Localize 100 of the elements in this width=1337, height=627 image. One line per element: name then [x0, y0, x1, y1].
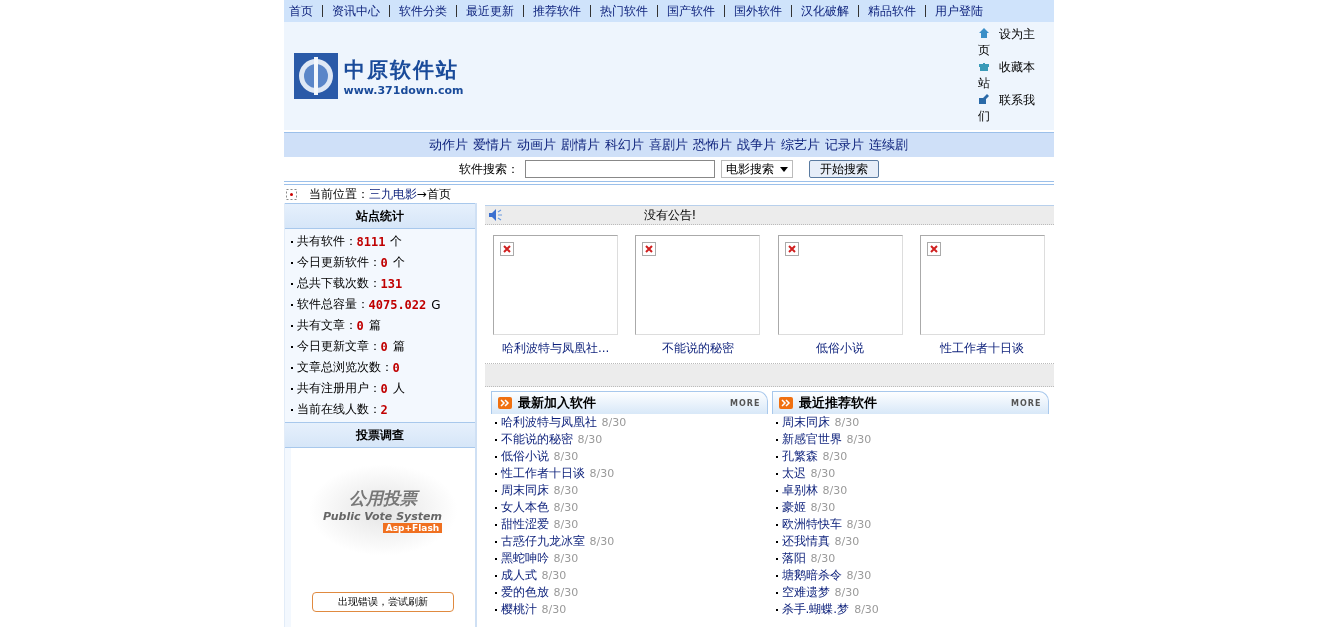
date-text: 8/30: [810, 552, 836, 565]
movie-link[interactable]: 低俗小说: [500, 448, 549, 465]
broken-image-icon: [784, 242, 799, 256]
movie-title-link[interactable]: 不能说的秘密: [661, 340, 734, 357]
nav-link[interactable]: 最近更新: [465, 2, 514, 20]
quick-link[interactable]: 联系我们: [977, 92, 1038, 124]
bullet-icon: [290, 366, 293, 369]
stat-value: 0: [392, 360, 400, 375]
movie-link[interactable]: 空难遗梦: [781, 584, 830, 601]
genre-link[interactable]: 喜剧片: [649, 136, 688, 154]
nav-link[interactable]: 精品软件: [867, 2, 916, 20]
bullet-icon: [494, 472, 497, 475]
quick-link[interactable]: 设为主页: [977, 26, 1038, 58]
movie-link[interactable]: 甜性涩爱: [500, 516, 549, 533]
date-text: 8/30: [822, 450, 848, 463]
movie-link[interactable]: 爱的色放: [500, 584, 549, 601]
nav-link[interactable]: 资讯中心: [331, 2, 380, 20]
movie-link[interactable]: 豪姬: [781, 499, 806, 516]
movie-link[interactable]: 杀手.蝴蝶.梦: [781, 601, 850, 618]
house-icon: [977, 27, 990, 39]
list-title: 最新加入软件: [517, 394, 597, 412]
quick-link[interactable]: 收藏本站: [977, 59, 1038, 91]
stat-label: 今日更新文章：: [296, 338, 381, 355]
bullet-icon: [494, 421, 497, 424]
bullet-icon: [290, 387, 293, 390]
date-text: 8/30: [553, 450, 579, 463]
double-arrow-icon: [497, 397, 512, 409]
movie-link[interactable]: 性工作者十日谈: [500, 465, 585, 482]
date-text: 8/30: [577, 433, 603, 446]
search-label: 软件搜索：: [458, 160, 519, 178]
genre-link[interactable]: 恐怖片: [693, 136, 732, 154]
genre-link[interactable]: 科幻片: [605, 136, 644, 154]
genre-link[interactable]: 动作片: [429, 136, 468, 154]
bullet-icon: [290, 261, 293, 264]
refresh-button[interactable]: 出现错误，尝试刷新: [311, 592, 454, 612]
movie-link[interactable]: 卓别林: [781, 482, 818, 499]
movie-title-link[interactable]: 低俗小说: [816, 340, 865, 357]
nav-link[interactable]: 推荐软件: [532, 2, 581, 20]
movie-link[interactable]: 樱桃汁: [500, 601, 537, 618]
date-text: 8/30: [846, 518, 872, 531]
movie-title-link[interactable]: 性工作者十日谈: [940, 340, 1025, 357]
genre-link[interactable]: 综艺片: [781, 136, 820, 154]
movie-link[interactable]: 黑蛇呻吟: [500, 550, 549, 567]
bullet-icon: [775, 591, 778, 594]
genre-link[interactable]: 连续剧: [869, 136, 908, 154]
movie-link[interactable]: 孔繁森: [781, 448, 818, 465]
stat-unit: 个: [392, 254, 405, 271]
nav-link[interactable]: 国产软件: [666, 2, 715, 20]
movie-link[interactable]: 落阳: [781, 550, 806, 567]
genre-link[interactable]: 记录片: [825, 136, 864, 154]
more-link[interactable]: MORE: [730, 398, 761, 408]
breadcrumb-link[interactable]: 三九电影: [368, 185, 417, 203]
pencil-icon: [977, 93, 990, 105]
stat-value: 0: [380, 255, 388, 270]
nav-link[interactable]: 软件分类: [398, 2, 447, 20]
bullet-icon: [494, 455, 497, 458]
genre-link[interactable]: 战争片: [737, 136, 776, 154]
nav-link[interactable]: 汉化破解: [800, 2, 849, 20]
search-field[interactable]: [524, 160, 715, 178]
stat-value: 131: [380, 276, 403, 291]
nav-link[interactable]: 国外软件: [733, 2, 782, 20]
bullet-icon: [775, 506, 778, 509]
nav-link[interactable]: 用户登陆: [934, 2, 983, 20]
movie-link[interactable]: 太迟: [781, 465, 806, 482]
bullet-icon: [494, 540, 497, 543]
search-button[interactable]: 开始搜索: [808, 160, 879, 178]
movie-link[interactable]: 还我情真: [781, 533, 830, 550]
genre-link[interactable]: 剧情片: [561, 136, 600, 154]
stat-label: 文章总浏览次数：: [296, 359, 393, 376]
stat-value: 2: [380, 402, 388, 417]
movie-link[interactable]: 成人式: [500, 567, 537, 584]
more-link[interactable]: MORE: [1011, 398, 1042, 408]
double-arrow-icon: [778, 397, 793, 409]
panel-title: 站点统计: [284, 203, 475, 229]
movie-link[interactable]: 周末同床: [781, 414, 830, 431]
search-type-dropdown[interactable]: 电影搜索: [720, 160, 793, 178]
nav-link[interactable]: 热门软件: [599, 2, 648, 20]
bullet-icon: [290, 345, 293, 348]
genre-link[interactable]: 爱情片: [473, 136, 512, 154]
bullet-icon: [494, 608, 497, 611]
breadcrumb-current: 首页: [426, 185, 451, 203]
date-text: 8/30: [553, 501, 579, 514]
movie-link[interactable]: 周末同床: [500, 482, 549, 499]
banner-subtitle: Public Vote System: [323, 510, 442, 523]
movie-link[interactable]: 欧洲特快车: [781, 516, 842, 533]
breadcrumb-arrow: →: [416, 187, 427, 201]
stat-label: 共有软件：: [296, 233, 357, 250]
movie-link[interactable]: 女人本色: [500, 499, 549, 516]
movie-link[interactable]: 新感官世界: [781, 431, 842, 448]
movie-link[interactable]: 古惑仔九龙冰室: [500, 533, 585, 550]
bullet-icon: [494, 523, 497, 526]
nav-link[interactable]: 首页: [288, 2, 313, 20]
date-text: 8/30: [541, 603, 567, 616]
movie-link[interactable]: 不能说的秘密: [500, 431, 573, 448]
movie-title-link[interactable]: 哈利波特与凤凰社...: [501, 340, 610, 357]
movie-link[interactable]: 哈利波特与凤凰社: [500, 414, 597, 431]
bullet-icon: [775, 438, 778, 441]
genre-link[interactable]: 动画片: [517, 136, 556, 154]
movie-link[interactable]: 塘鹅暗杀令: [781, 567, 842, 584]
bullet-icon: [494, 574, 497, 577]
